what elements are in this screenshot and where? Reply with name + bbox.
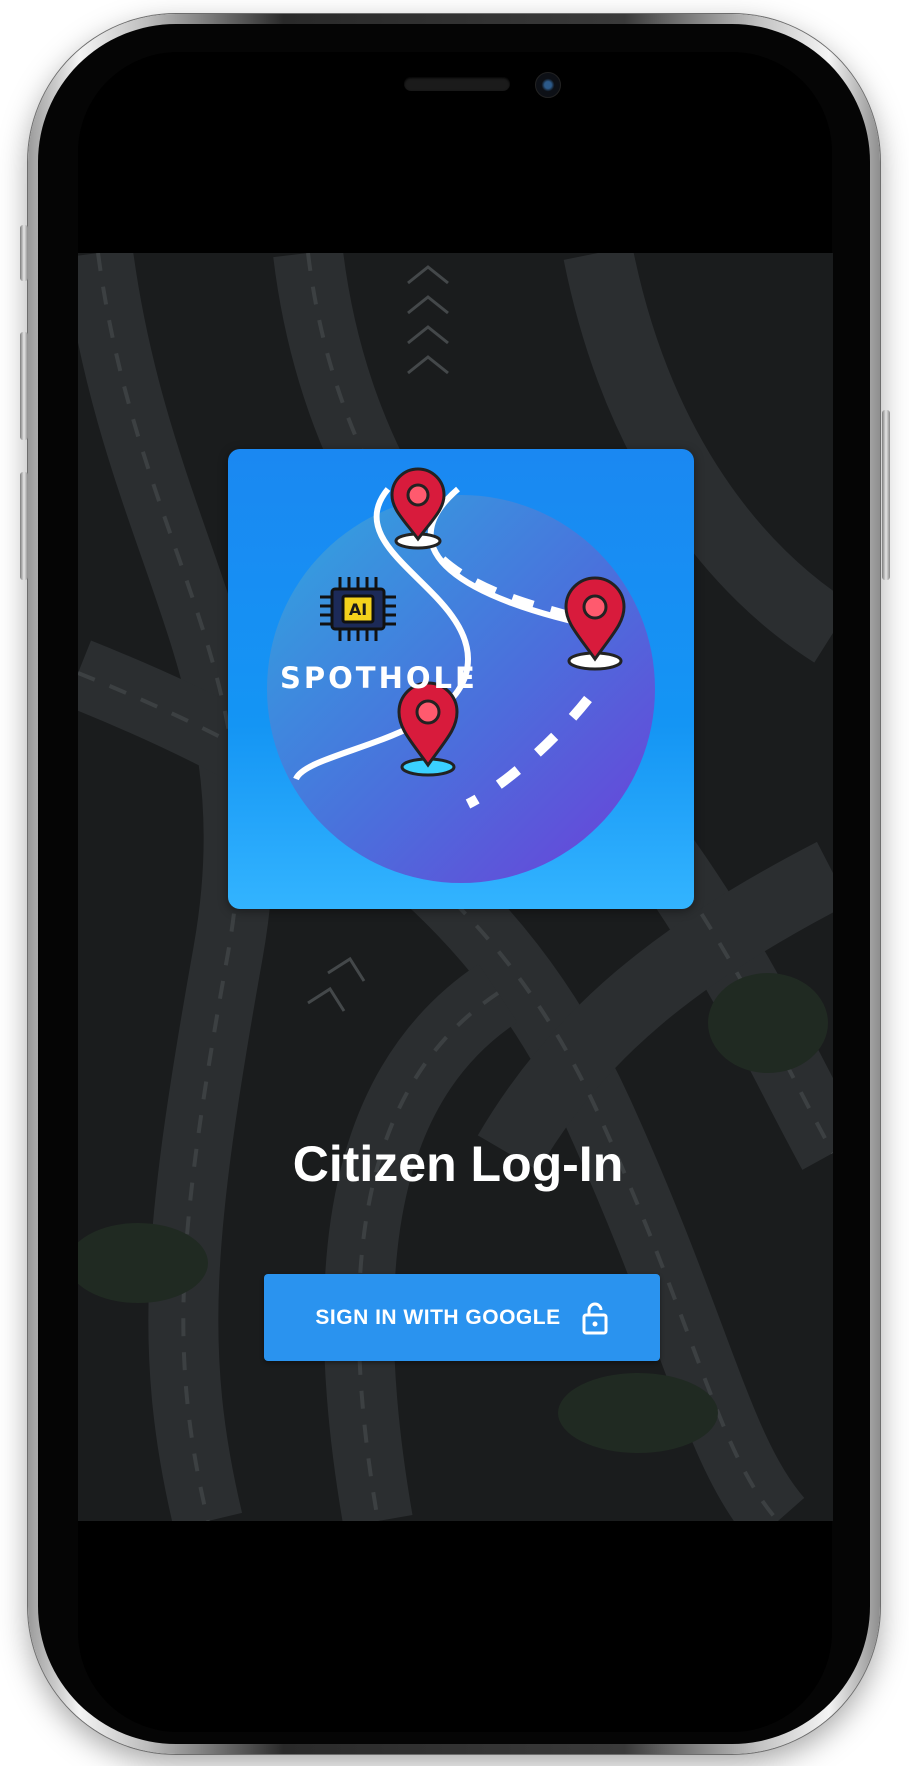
front-camera-icon: [535, 72, 561, 98]
map-pin-icon: [564, 576, 626, 671]
volume-down-button: [20, 472, 28, 580]
map-pin-icon: [390, 467, 446, 550]
volume-up-button: [20, 332, 28, 440]
power-button: [882, 410, 890, 580]
lock-open-icon: [582, 1302, 608, 1334]
ai-chip-label: AI: [348, 600, 368, 619]
page-title: Citizen Log-In: [292, 1136, 624, 1192]
speaker-grille: [404, 77, 510, 91]
map-pin-icon: [397, 681, 459, 777]
app-screen: AI SPOTHOLE Citizen Log-In SIGN IN WITH …: [78, 253, 833, 1521]
app-logo: AI SPOTHOLE: [228, 449, 694, 909]
brand-name: SPOTHOLE: [280, 661, 478, 695]
sign-in-with-google-button[interactable]: SIGN IN WITH GOOGLE: [264, 1274, 660, 1361]
silent-switch: [20, 225, 28, 281]
sign-in-button-label: SIGN IN WITH GOOGLE: [315, 1305, 561, 1329]
